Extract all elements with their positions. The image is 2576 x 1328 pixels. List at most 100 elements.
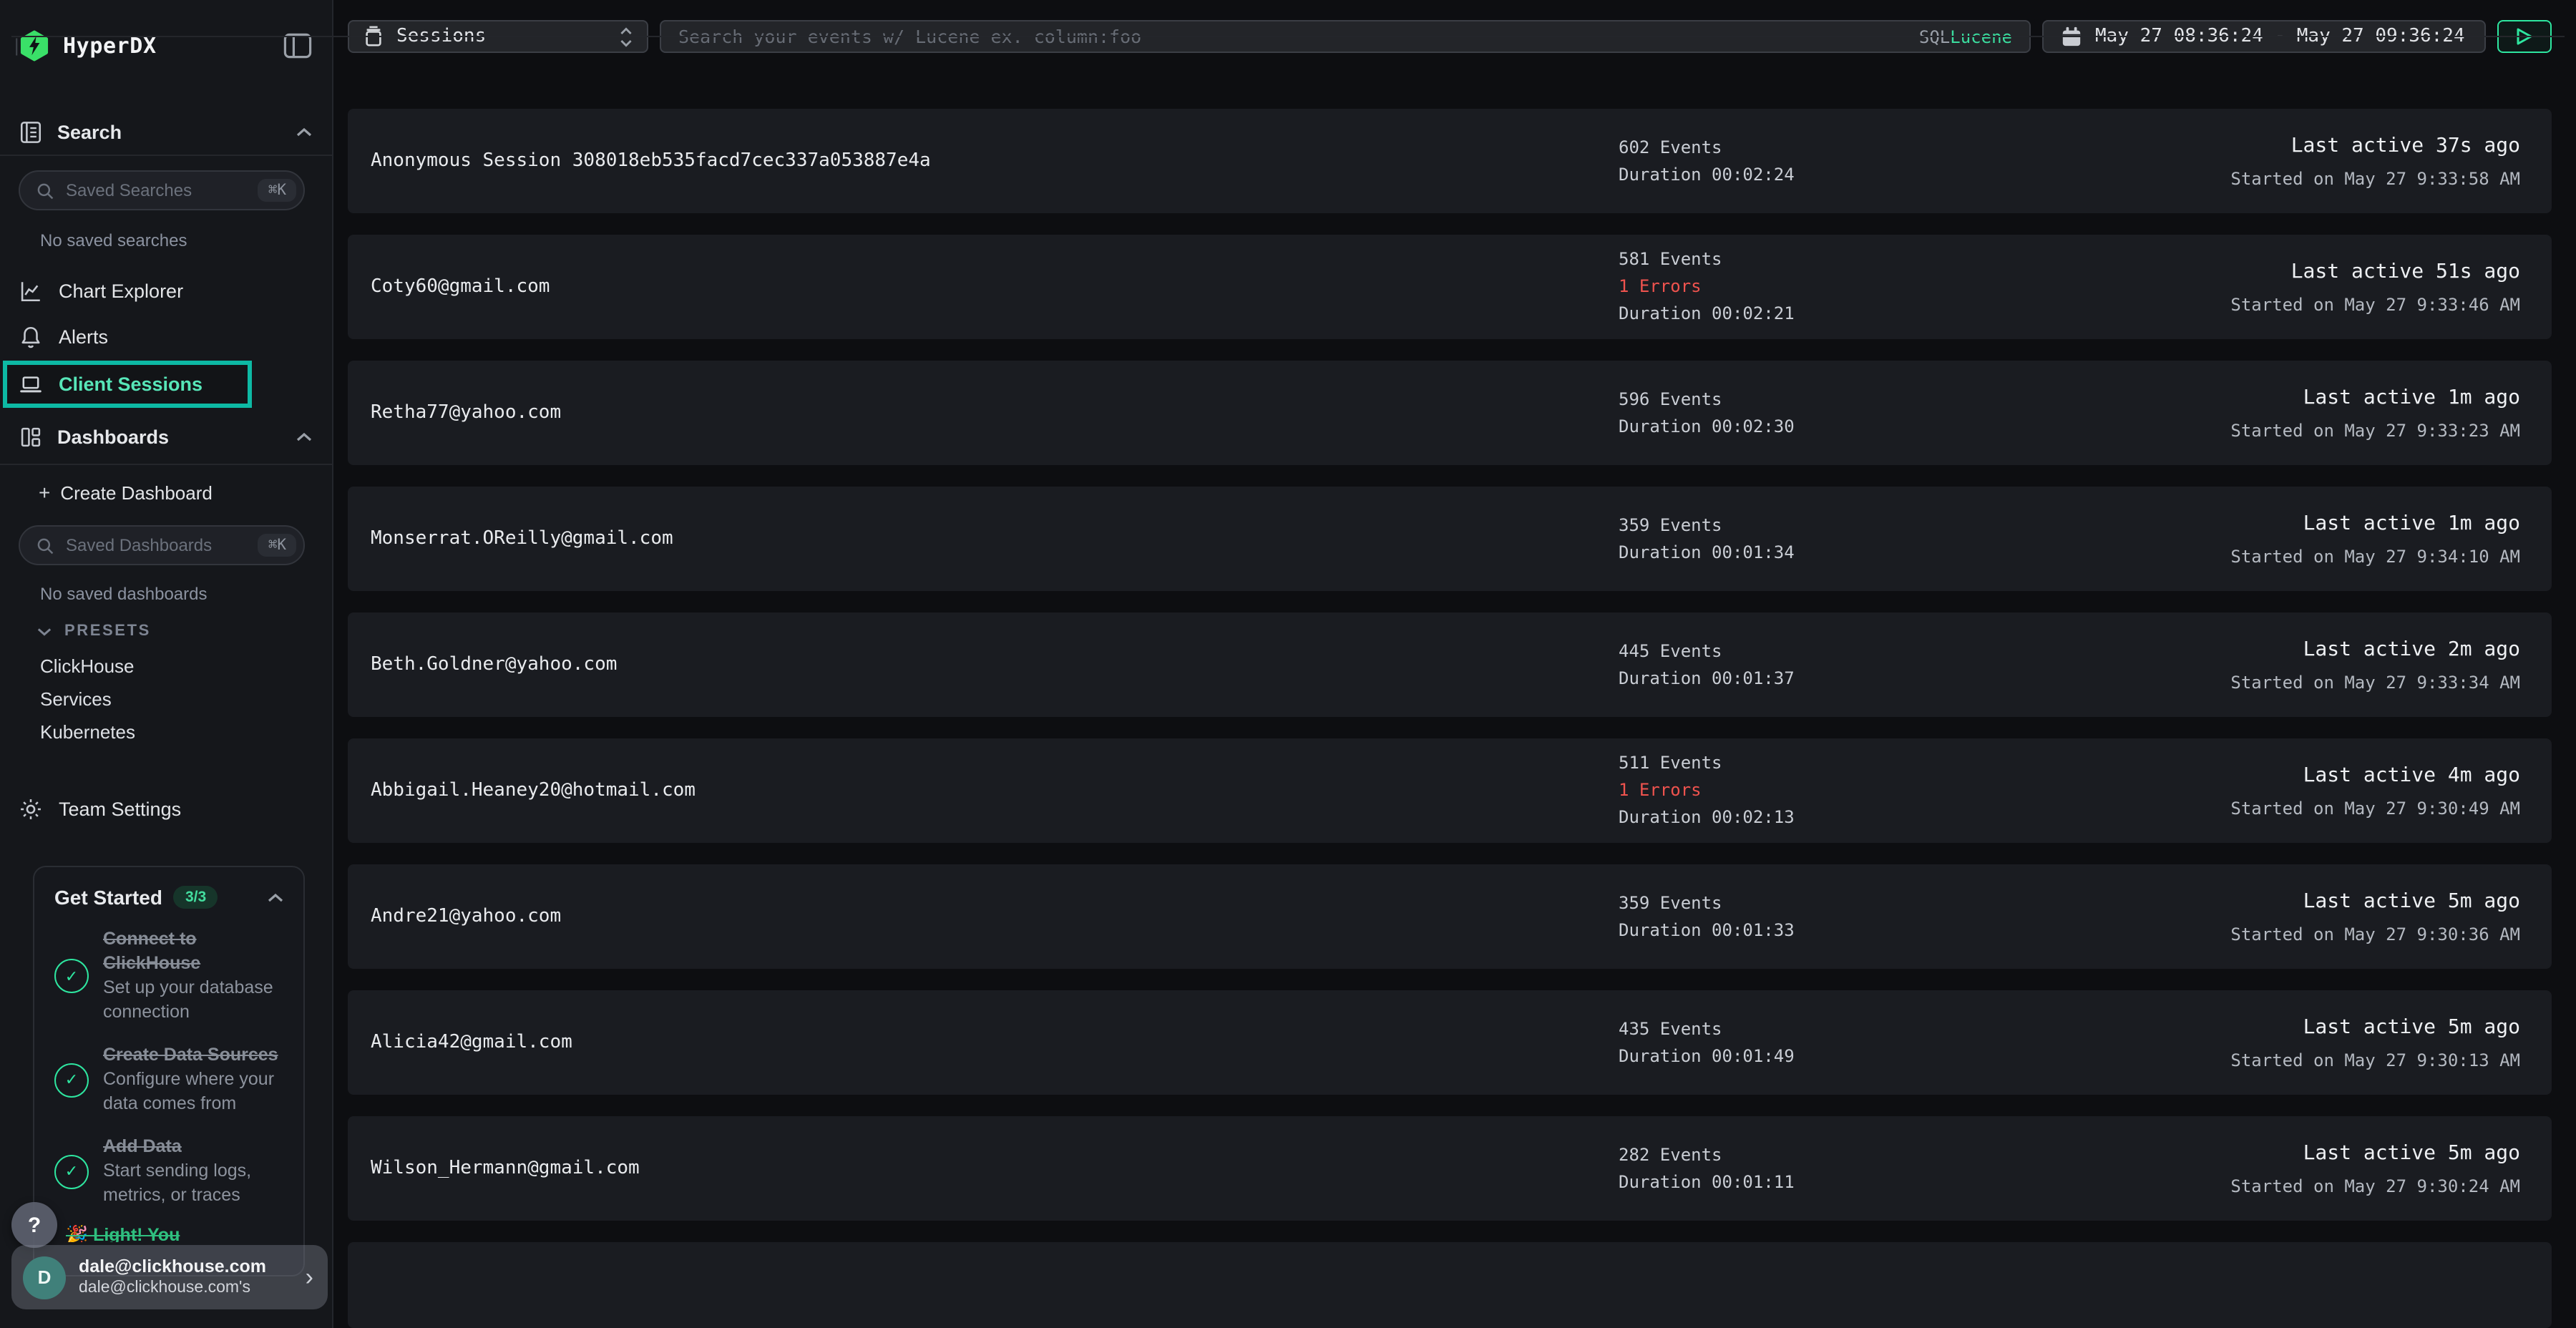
chevron-down-icon [37,626,52,636]
session-started: Started on May 27 9:30:36 AM [2091,924,2520,944]
session-started: Started on May 27 9:33:23 AM [2091,420,2520,440]
chart-explorer-label: Chart Explorer [59,280,183,301]
avatar: D [23,1256,66,1299]
get-started-header[interactable]: Get Started 3/3 [54,886,283,909]
session-title: Anonymous Session 308018eb535facd7cec337… [371,150,1619,172]
session-row[interactable]: Monserrat.OReilly@gmail.com 359 Events D… [348,487,2552,591]
get-started-card: Get Started 3/3 ✓ Connect to ClickHouse … [33,866,305,1276]
sidebar-item-client-sessions[interactable]: Client Sessions [3,361,252,408]
saved-searches-input[interactable] [66,180,258,200]
get-started-item-title: Create Data Sources [103,1043,283,1068]
chart-icon [19,278,43,303]
session-row[interactable]: Retha77@yahoo.com 596 Events Duration 00… [348,361,2552,465]
session-title: Monserrat.OReilly@gmail.com [371,528,1619,550]
plus-icon: + [39,481,50,504]
sidebar-section-search[interactable]: Search [0,114,332,149]
chevron-up-icon [296,431,312,441]
get-started-item-datasources[interactable]: ✓ Create Data Sources Configure where yo… [54,1043,283,1116]
get-started-item-desc: Configure where your data comes from [103,1068,283,1116]
session-row[interactable]: Anonymous Session 308018eb535facd7cec337… [348,109,2552,213]
user-email: dale@clickhouse.com [79,1255,306,1278]
session-last-active: Last active 4m ago [2091,763,2520,786]
event-search-bar[interactable]: SQL | Lucene [660,20,2031,53]
get-started-item-connect[interactable]: ✓ Connect to ClickHouse Set up your data… [54,927,283,1025]
session-list: Anonymous Session 308018eb535facd7cec337… [348,109,2552,1328]
session-started: Started on May 27 9:33:34 AM [2091,672,2520,692]
saved-dashboards-search[interactable]: ⌘K [19,525,305,565]
user-team: dale@clickhouse.com's [79,1278,306,1299]
session-started: Started on May 27 9:30:13 AM [2091,1050,2520,1070]
preset-kubernetes[interactable]: Kubernetes [40,721,135,743]
session-title: Andre21@yahoo.com [371,906,1619,927]
search-section-label: Search [57,121,296,142]
session-events: 282 Events [1619,1144,2091,1166]
dashboards-grid-icon [19,424,43,449]
no-saved-searches-note: No saved searches [40,230,187,250]
hyperdx-logo-icon [19,30,50,62]
session-duration: Duration 00:01:34 [1619,542,2091,563]
session-duration: Duration 00:01:37 [1619,668,2091,689]
session-last-active: Last active 51s ago [2091,260,2520,283]
session-row[interactable]: Alicia42@gmail.com 435 Events Duration 0… [348,990,2552,1095]
session-last-active: Last active 5m ago [2091,889,2520,912]
session-events: 596 Events [1619,389,2091,410]
session-last-active: Last active 5m ago [2091,1015,2520,1038]
session-started: Started on May 27 9:33:46 AM [2091,294,2520,314]
get-started-item-adddata[interactable]: ✓ Add Data Start sending logs, metrics, … [54,1135,283,1208]
session-events: 511 Events [1619,753,2091,774]
preset-clickhouse[interactable]: ClickHouse [40,655,135,677]
sidebar-item-chart-explorer[interactable]: Chart Explorer [0,272,332,309]
sidebar-section-dashboards[interactable]: Dashboards [0,419,332,454]
session-last-active: Last active 37s ago [2091,134,2520,157]
session-row[interactable]: Andre21@yahoo.com 359 Events Duration 00… [348,864,2552,969]
get-started-progress-badge: 3/3 [174,887,218,909]
session-duration: Duration 00:02:24 [1619,164,2091,185]
session-title: Coty60@gmail.com [371,276,1619,298]
get-started-item-desc: Start sending logs, metrics, or traces [103,1159,283,1208]
session-started: Started on May 27 9:30:49 AM [2091,798,2520,818]
create-dashboard-label: Create Dashboard [60,482,212,503]
session-row[interactable]: Wilson_Hermann@gmail.com 282 Events Dura… [348,1116,2552,1221]
saved-dashboards-input[interactable] [66,535,258,555]
session-title: Retha77@yahoo.com [371,402,1619,424]
session-row-partial[interactable] [348,1242,2552,1328]
logo-row: HyperDX [0,0,332,92]
client-sessions-label: Client Sessions [59,374,203,395]
session-row[interactable]: Beth.Goldner@yahoo.com 445 Events Durati… [348,612,2552,717]
help-button[interactable]: ? [11,1202,57,1248]
session-row[interactable]: Coty60@gmail.com 581 Events 1 Errors Dur… [348,235,2552,339]
presets-header[interactable]: PRESETS [37,622,151,640]
sidebar-item-team-settings[interactable]: Team Settings [0,790,332,827]
saved-searches-search[interactable]: ⌘K [19,170,305,210]
session-duration: Duration 00:02:13 [1619,807,2091,829]
laptop-icon [19,372,43,396]
chevron-up-icon [268,892,283,902]
sidebar: HyperDX Search [0,0,333,1328]
session-duration: Duration 00:02:30 [1619,416,2091,437]
preset-services[interactable]: Services [40,688,112,710]
session-last-active: Last active 1m ago [2091,512,2520,534]
create-dashboard-button[interactable]: + Create Dashboard [39,481,213,504]
mode-divider: | [333,36,2565,37]
session-title: Alicia42@gmail.com [371,1032,1619,1053]
shortcut-badge: ⌘K [258,179,296,202]
session-duration: Duration 00:01:33 [1619,919,2091,941]
session-last-active: Last active 2m ago [2091,638,2520,660]
sidebar-item-alerts[interactable]: Alerts [0,318,332,355]
search-journal-icon [19,119,43,144]
check-circle-icon: ✓ [54,959,89,993]
presets-label: PRESETS [64,622,151,640]
shortcut-badge: ⌘K [258,534,296,557]
clipped-getstarted-item: 🎉 Light! You [66,1225,295,1242]
get-started-item-title: Add Data [103,1135,283,1159]
session-events: 581 Events [1619,249,2091,270]
session-title: Wilson_Hermann@gmail.com [371,1158,1619,1179]
get-started-item-title: Connect to ClickHouse [103,927,283,976]
search-icon [36,536,54,555]
session-row[interactable]: Abbigail.Heaney20@hotmail.com 511 Events… [348,738,2552,843]
user-menu[interactable]: D dale@clickhouse.com dale@clickhouse.co… [11,1245,328,1309]
session-duration: Duration 00:01:49 [1619,1045,2091,1067]
dashboards-label: Dashboards [57,426,296,447]
session-last-active: Last active 1m ago [2091,386,2520,409]
search-icon [36,181,54,200]
